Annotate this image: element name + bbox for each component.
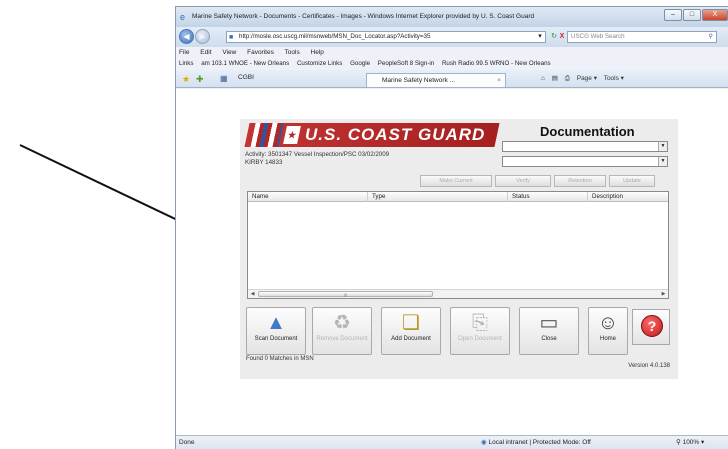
security-zone-text: Local intranet | Protected Mode: Off (488, 439, 591, 446)
horizontal-scrollbar[interactable]: ◀ ||| ▶ (248, 289, 668, 298)
menu-file[interactable]: File (179, 49, 189, 56)
zoom-dropdown-icon: ▾ (701, 439, 705, 446)
close-button[interactable]: ▭ Close (519, 307, 579, 355)
intranet-icon: ◉ (481, 439, 487, 446)
chevron-down-icon: ▼ (658, 157, 667, 166)
address-bar: ◀ ▶ ■ http://mosle.osc.uscg.mil/msnweb/M… (176, 27, 728, 47)
link-customize[interactable]: Customize Links (297, 60, 342, 67)
menu-view[interactable]: View (222, 49, 236, 56)
banner-text: U.S. COAST GUARD (305, 125, 486, 144)
column-status[interactable]: Status (508, 192, 588, 202)
remove-document-button[interactable]: ♻ Remove Document (312, 307, 372, 355)
scroll-right-icon[interactable]: ▶ (659, 290, 668, 298)
tab-marine-safety-network[interactable]: Marine Safety Network ... × (366, 73, 506, 87)
scroll-left-icon[interactable]: ◀ (248, 290, 257, 298)
command-bar: ⌂ ▤ ⎙ Page ▾ Tools ▾ (541, 74, 629, 83)
link-google[interactable]: Google (350, 60, 370, 67)
tab-label: Marine Safety Network ... (382, 77, 455, 84)
exit-door-icon: ▭ (539, 312, 559, 334)
scan-document-button[interactable]: ▲ Scan Document (246, 307, 306, 355)
maximize-button[interactable]: □ (683, 9, 701, 21)
coast-guard-shield-icon: ★ (283, 126, 301, 144)
window-title: Marine Safety Network - Documents - Cert… (192, 13, 535, 20)
close-tab-icon[interactable]: × (497, 74, 501, 87)
quick-tabs-icon[interactable]: ▦ (220, 74, 228, 83)
vessel-line: KIRBY 14833 (245, 159, 283, 166)
zoom-icon: ⚲ (676, 439, 681, 446)
title-bar: e Marine Safety Network - Documents - Ce… (176, 7, 728, 27)
tools-menu[interactable]: Tools ▾ (604, 75, 624, 82)
link-wnoe[interactable]: am 103.1 WNOE - New Orleans (201, 60, 289, 67)
menu-bar: File Edit View Favorites Tools Help (176, 47, 728, 58)
status-text: Done (179, 439, 195, 446)
coast-guard-banner: ★ U.S. COAST GUARD (244, 123, 500, 147)
links-bar: Links am 103.1 WNOE - New Orleans Custom… (176, 58, 728, 70)
menu-edit[interactable]: Edit (200, 49, 211, 56)
menu-tools[interactable]: Tools (285, 49, 300, 56)
forward-arrow-icon[interactable]: ▶ (195, 29, 210, 44)
close-window-button[interactable]: X (702, 9, 728, 21)
open-document-icon: ⎘ (472, 312, 488, 334)
results-count: Found 0 Matches in MSN (246, 356, 314, 362)
column-type[interactable]: Type (368, 192, 508, 202)
verify-button[interactable]: Verify (495, 175, 551, 187)
search-icon[interactable]: ⚲ (708, 32, 713, 42)
make-current-button[interactable]: Make Current (420, 175, 492, 187)
activity-line: Activity: 3501347 Vessel Inspection/PSC … (245, 151, 390, 158)
chevron-down-icon: ▼ (658, 142, 667, 151)
page-menu[interactable]: Page ▾ (577, 75, 597, 82)
tab-bar: ★ ✚ ▦ CGBI Marine Safety Network ... × ⌂… (176, 70, 728, 88)
add-document-button[interactable]: ❏ Add Document (381, 307, 441, 355)
coast-guard-stripes-icon (250, 123, 284, 147)
tab-cgbi[interactable]: CGBI (238, 74, 254, 81)
links-label: Links (179, 60, 194, 67)
update-button[interactable]: Update (609, 175, 655, 187)
home-button[interactable]: ☺ Home (588, 307, 628, 355)
msn-document-locator: ★ U.S. COAST GUARD Documentation ▼ ▼ Act… (240, 119, 678, 379)
category-dropdown[interactable]: ▼ (502, 141, 668, 152)
page-favicon-icon: ■ (229, 34, 234, 41)
column-description[interactable]: Description (588, 192, 668, 202)
scroll-thumb[interactable]: ||| (258, 291, 433, 297)
page-content: ★ U.S. COAST GUARD Documentation ▼ ▼ Act… (176, 89, 728, 435)
browser-window: e Marine Safety Network - Documents - Ce… (175, 6, 728, 449)
favorites-star-icon[interactable]: ★ (182, 74, 190, 85)
column-name[interactable]: Name (248, 192, 368, 202)
subcategory-dropdown[interactable]: ▼ (502, 156, 668, 167)
document-action-buttons: Make Current Verify Retention Update (420, 175, 658, 187)
remove-document-icon: ♻ (333, 312, 351, 334)
feeds-icon[interactable]: ▤ (552, 75, 558, 82)
version-label: Version 4.0.138 (628, 363, 670, 369)
scanner-icon: ▲ (266, 312, 286, 334)
security-zone[interactable]: ◉ Local intranet | Protected Mode: Off (481, 436, 591, 449)
home-icon[interactable]: ⌂ (541, 75, 545, 82)
zoom-level[interactable]: ⚲ 100% ▾ (676, 436, 704, 449)
link-wrno[interactable]: Rush Radio 99.5 WRNO - New Orleans (442, 60, 551, 67)
menu-favorites[interactable]: Favorites (247, 49, 274, 56)
list-header: Name Type Status Description (248, 192, 668, 202)
address-dropdown-icon[interactable]: ▾ (534, 31, 546, 43)
help-button[interactable]: ? (632, 309, 670, 345)
url-text: http://mosle.osc.uscg.mil/msnweb/MSN_Doc… (239, 33, 431, 40)
search-placeholder: USCG Web Search (571, 33, 625, 40)
zoom-text: 100% (682, 439, 700, 446)
link-peoplesoft[interactable]: PeopleSoft 8 Sign-in (378, 60, 434, 67)
minimize-button[interactable]: – (664, 9, 682, 21)
print-icon[interactable]: ⎙ (565, 75, 570, 82)
status-bar: Done ◉ Local intranet | Protected Mode: … (176, 435, 728, 449)
add-favorite-icon[interactable]: ✚ (196, 74, 204, 85)
menu-help[interactable]: Help (311, 49, 324, 56)
documents-list[interactable]: Name Type Status Description ◀ ||| ▶ (247, 191, 669, 299)
search-input[interactable]: USCG Web Search ⚲ (567, 31, 717, 43)
page-title: Documentation (540, 124, 635, 139)
help-icon: ? (641, 315, 663, 337)
url-input[interactable]: ■ http://mosle.osc.uscg.mil/msnweb/MSN_D… (226, 31, 546, 43)
open-document-button[interactable]: ⎘ Open Document (450, 307, 510, 355)
activity-info: Activity: 3501347 Vessel Inspection/PSC … (245, 151, 389, 167)
retention-button[interactable]: Retention (554, 175, 606, 187)
back-arrow-icon[interactable]: ◀ (179, 29, 194, 44)
ie-logo-icon: e (180, 12, 186, 22)
add-document-icon: ❏ (402, 312, 420, 334)
home-person-icon: ☺ (597, 312, 619, 334)
